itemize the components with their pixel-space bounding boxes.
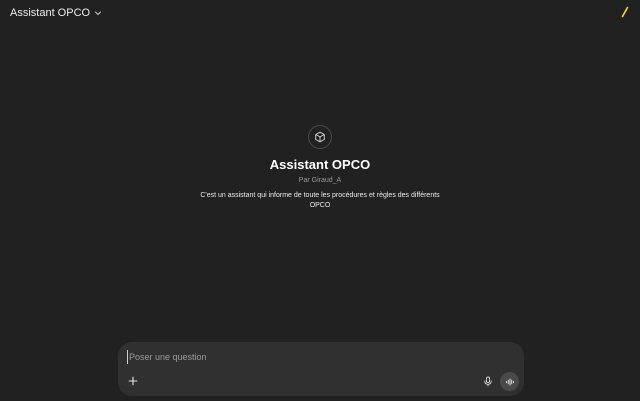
app-window: Assistant OPCO Assistant OPCO Par Giraud… bbox=[0, 0, 640, 401]
composer bbox=[118, 342, 524, 396]
dictate-button[interactable] bbox=[482, 375, 494, 387]
attach-button[interactable] bbox=[126, 374, 140, 388]
voice-mode-button[interactable] bbox=[500, 372, 519, 391]
author-label: Par Giraud_A bbox=[298, 177, 342, 184]
top-bar: Assistant OPCO bbox=[0, 0, 640, 28]
chevron-down-icon bbox=[94, 9, 102, 17]
microphone-icon bbox=[483, 376, 493, 387]
pencil-icon bbox=[619, 6, 631, 18]
gpt-intro: Assistant OPCO Par Giraud_A C'est un ass… bbox=[0, 125, 640, 211]
gpt-name: Assistant OPCO bbox=[269, 157, 371, 172]
gpt-avatar bbox=[308, 125, 332, 149]
plus-icon bbox=[128, 376, 138, 386]
voice-mode-icon bbox=[505, 378, 515, 386]
gpt-author: Par Giraud_A bbox=[299, 177, 341, 184]
new-chat-button[interactable] bbox=[618, 5, 632, 19]
gpt-description: C'est un assistant qui informe de toute … bbox=[200, 192, 440, 209]
cube-icon bbox=[314, 131, 326, 143]
model-title: Assistant OPCO bbox=[10, 7, 91, 19]
model-switcher-button[interactable]: Assistant OPCO bbox=[6, 4, 106, 22]
prompt-input[interactable] bbox=[127, 350, 459, 364]
